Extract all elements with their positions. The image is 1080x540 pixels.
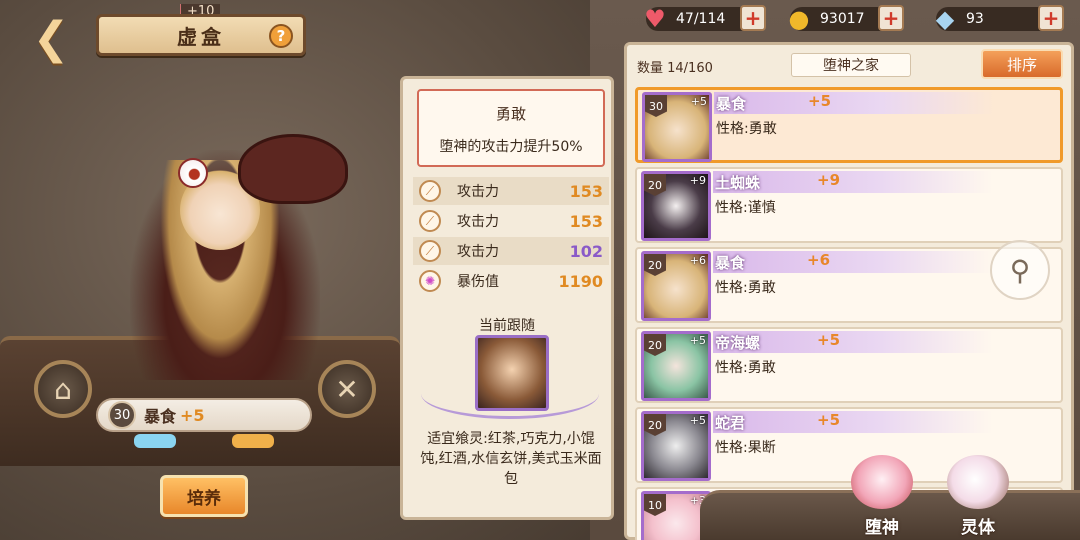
- list-item[interactable]: 20 +5 帝海螺 +5 性格:勇敢: [635, 327, 1063, 403]
- selected-character-bar: 30 暴食 +5: [96, 398, 312, 432]
- stat-label: 攻击力: [457, 214, 499, 230]
- item-level: 20: [644, 254, 666, 276]
- item-plus-small: +6: [689, 254, 706, 267]
- diamond-value: 93: [966, 11, 984, 27]
- stat-row: ⟋ 攻击力 153: [413, 207, 609, 235]
- gold-value: 93017: [820, 11, 865, 27]
- item-level: 10: [644, 494, 666, 516]
- item-header-band: [714, 92, 994, 114]
- fork-icon: ⟋: [419, 180, 441, 202]
- follower-portrait[interactable]: [475, 335, 549, 411]
- list-item[interactable]: 20 +9 土蜘蛛 +9 性格:谨慎: [635, 167, 1063, 243]
- item-trait: 性格:勇敢: [715, 360, 776, 376]
- item-name: 暴食: [716, 95, 747, 113]
- item-level: 30: [645, 95, 667, 117]
- crit-icon: ✺: [419, 270, 441, 292]
- tab-spirit[interactable]: 灵体: [938, 448, 1018, 538]
- list-title: 堕神之家: [791, 53, 911, 77]
- stat-label: 攻击力: [457, 244, 499, 260]
- stat-row: ✺ 暴伤值 1190: [413, 267, 609, 295]
- item-portrait: 30 +5: [642, 92, 712, 162]
- item-portrait: 20 +5: [641, 331, 711, 401]
- trait-name: 勇敢: [495, 105, 526, 123]
- item-plus-small: +5: [690, 95, 707, 108]
- trait-box: 勇敢 堕神的攻击力提升50%: [417, 89, 605, 167]
- item-bonus: +5: [817, 411, 841, 429]
- character-bonus: +5: [180, 405, 205, 425]
- item-plus-small: +9: [689, 174, 706, 187]
- tab-fallen-god-label: 堕神: [865, 518, 899, 538]
- cultivate-button[interactable]: 培养: [160, 475, 248, 517]
- stat-row: ⟋ 攻击力 153: [413, 177, 609, 205]
- suitable-food-text: 适宜飨灵:红茶,巧克力,小馄饨,红酒,水信玄饼,美式玉米面包: [420, 431, 602, 487]
- stat-row: ⟋ 攻击力 102: [413, 237, 609, 265]
- home-icon[interactable]: ⌂: [34, 360, 92, 418]
- trait-description: 堕神的攻击力提升50%: [439, 139, 583, 155]
- item-bonus: +6: [807, 251, 831, 269]
- page-title: 虚盒: [177, 24, 225, 49]
- orange-gem-icon: [232, 434, 274, 448]
- monster-mouth-hat: [238, 134, 348, 204]
- item-level: 20: [644, 334, 666, 356]
- character-illustration: [60, 100, 390, 380]
- utensils-cross-icon[interactable]: ✕: [318, 360, 376, 418]
- item-header-band: [713, 251, 993, 273]
- hearts-currency: ♥ 47/114 +: [644, 5, 766, 33]
- tab-fallen-god[interactable]: 堕神: [842, 448, 922, 538]
- count-text: 数量 14/160: [637, 61, 713, 76]
- stat-value: 102: [569, 241, 603, 261]
- help-icon[interactable]: ?: [269, 24, 293, 48]
- item-trait: 性格:勇敢: [715, 280, 776, 296]
- item-name: 蛇君: [715, 414, 746, 432]
- item-portrait: 20 +5: [641, 411, 711, 481]
- spirit-orb-icon: [947, 455, 1009, 509]
- back-arrow-icon[interactable]: ❮: [20, 13, 82, 64]
- fork-icon: ⟋: [419, 210, 441, 232]
- item-bonus: +9: [817, 171, 841, 189]
- gold-coin-icon: ●: [788, 5, 810, 33]
- level-badge: 30: [108, 401, 136, 429]
- follow-title: 当前跟随: [479, 318, 535, 334]
- title-plate: 虚盒 ?: [96, 14, 306, 56]
- list-item[interactable]: 30 +5 暴食 +5 性格:勇敢: [635, 87, 1063, 163]
- blue-gem-icon: [134, 434, 176, 448]
- diamond-icon: ◆: [935, 5, 955, 33]
- fork-icon: ⟋: [419, 240, 441, 262]
- item-trait: 性格:果断: [715, 440, 776, 456]
- heart-icon: ♥: [644, 5, 666, 33]
- diamond-currency: ◆ 93 +: [936, 5, 1064, 33]
- stat-value: 1190: [558, 271, 603, 291]
- eyeball-fork: [178, 158, 208, 188]
- item-bonus: +5: [817, 331, 841, 349]
- item-trait: 性格:谨慎: [715, 200, 776, 216]
- stat-label: 暴伤值: [457, 274, 499, 290]
- add-diamonds-button[interactable]: +: [1038, 5, 1064, 31]
- fallen-god-orb-icon: [851, 455, 913, 509]
- add-hearts-button[interactable]: +: [740, 5, 766, 31]
- item-portrait: 20 +6: [641, 251, 711, 321]
- stat-value: 153: [569, 211, 603, 231]
- stat-value: 153: [569, 181, 603, 201]
- tab-spirit-label: 灵体: [961, 518, 995, 538]
- add-gold-button[interactable]: +: [878, 5, 904, 31]
- item-name: 帝海螺: [715, 334, 761, 352]
- item-header-band: [713, 411, 993, 433]
- gold-currency: ● 93017 +: [789, 5, 904, 33]
- character-name: 暴食: [144, 407, 177, 426]
- item-portrait: 20 +9: [641, 171, 711, 241]
- item-bonus: +5: [808, 92, 832, 110]
- sort-button[interactable]: 排序: [981, 49, 1063, 79]
- info-panel: 勇敢 堕神的攻击力提升50% ⟋ 攻击力 153 ⟋ 攻击力 153 ⟋ 攻击力…: [400, 76, 614, 520]
- item-level: 20: [644, 414, 666, 436]
- item-name: 土蜘蛛: [715, 174, 761, 192]
- item-level: 20: [644, 174, 666, 196]
- feed-spoon-icon[interactable]: ⚲: [990, 240, 1050, 300]
- hearts-value: 47/114: [676, 11, 726, 27]
- item-plus-small: +5: [689, 334, 706, 347]
- item-plus-small: +5: [689, 414, 706, 427]
- item-name: 暴食: [715, 254, 746, 272]
- stat-label: 攻击力: [457, 184, 499, 200]
- item-trait: 性格:勇敢: [716, 121, 777, 137]
